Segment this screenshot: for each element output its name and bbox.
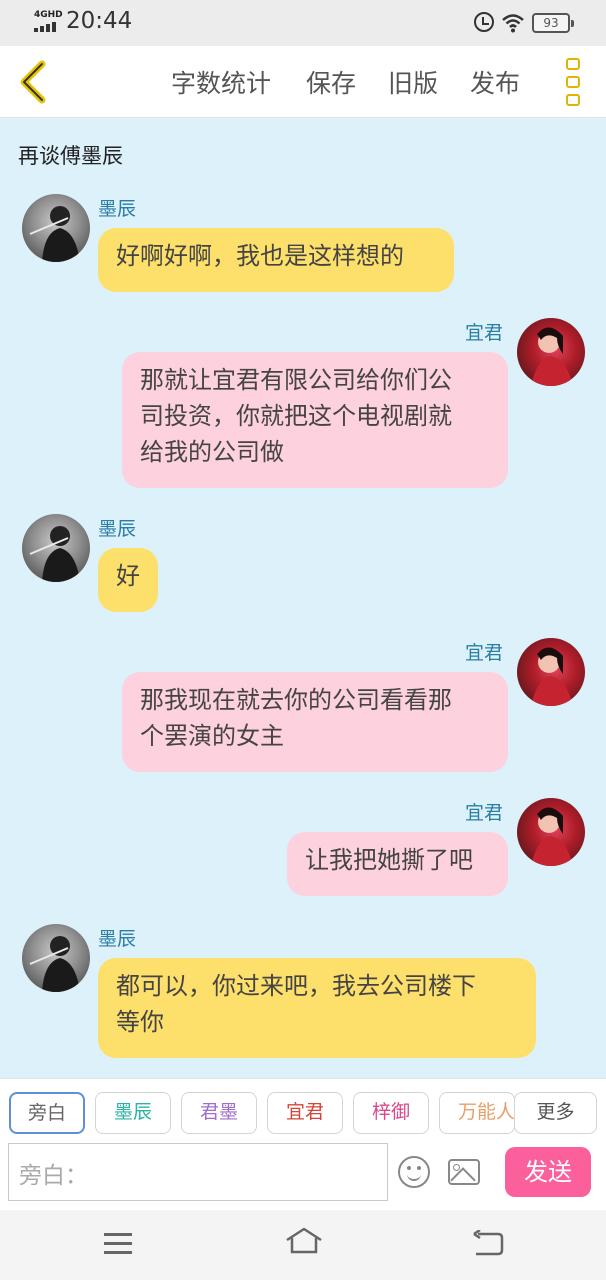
top-toolbar: 字数统计 保存 旧版 发布 [0,46,606,118]
message-bubble[interactable]: 那就让宜君有限公司给你们公 司投资，你就把这个电视剧就 给我的公司做 [122,352,508,488]
battery-indicator: 93 [532,13,574,33]
send-button[interactable]: 发送 [505,1147,591,1197]
signal-icon [34,22,60,32]
word-count-button[interactable]: 字数统计 [171,64,271,100]
more-menu-icon[interactable] [562,58,584,108]
role-chip-yijun[interactable]: 宜君 [267,1092,343,1134]
role-chip-universal[interactable]: 万能人 [439,1092,515,1134]
home-icon[interactable] [285,1226,323,1256]
emoji-icon[interactable] [398,1156,430,1188]
message-line: 给我的公司做 [140,438,284,466]
avatar-mochen[interactable] [22,924,90,992]
message-line: 等你 [116,1008,164,1036]
avatar-yijun[interactable] [517,318,585,386]
message-line: 个罢演的女主 [140,722,284,750]
message-bubble[interactable]: 好 [98,548,158,612]
message-line: 好 [116,562,140,590]
clock: 20:44 [66,8,133,34]
sender-name: 宜君 [465,642,504,664]
sender-name: 墨辰 [98,518,137,540]
more-roles-button[interactable]: 更多 [514,1092,597,1134]
sender-name: 墨辰 [98,928,137,950]
back-icon[interactable] [14,58,54,106]
wifi-icon [502,14,524,33]
menu-icon[interactable] [104,1233,132,1255]
system-nav-bar [0,1210,606,1280]
message-line: 让我把她撕了吧 [305,846,473,874]
avatar-yijun[interactable] [517,638,585,706]
avatar-yijun[interactable] [517,798,585,866]
network-type: 4GHD [34,10,63,20]
message-input[interactable]: 旁白： [8,1143,388,1201]
composer: 旁白 墨辰 君墨 宜君 梓御 万能人 更多 旁白： 发送 [0,1078,606,1210]
sender-name: 宜君 [465,322,504,344]
message-bubble[interactable]: 都可以，你过来吧，我去公司楼下 等你 [98,958,536,1058]
message-line: 那我现在就去你的公司看看那 [140,686,452,714]
message-line: 那就让宜君有限公司给你们公 [140,366,452,394]
message-bubble[interactable]: 那我现在就去你的公司看看那 个罢演的女主 [122,672,508,772]
image-icon[interactable] [448,1159,480,1185]
message-line: 好啊好啊，我也是这样想的 [116,242,404,270]
old-version-button[interactable]: 旧版 [388,64,438,100]
status-bar: 4GHD 20:44 93 [0,0,606,46]
avatar-mochen[interactable] [22,194,90,262]
message-line: 都可以，你过来吧，我去公司楼下 [116,972,476,1000]
sender-name: 墨辰 [98,198,137,220]
message-bubble[interactable]: 让我把她撕了吧 [287,832,508,896]
message-line: 司投资，你就把这个电视剧就 [140,402,452,430]
role-chip-narrator[interactable]: 旁白 [9,1092,85,1134]
role-chip-junmo[interactable]: 君墨 [181,1092,257,1134]
role-chip-mochen[interactable]: 墨辰 [95,1092,171,1134]
publish-button[interactable]: 发布 [470,64,520,100]
save-button[interactable]: 保存 [306,64,356,100]
sender-name: 宜君 [465,802,504,824]
chat-area[interactable]: 再谈傅墨辰 墨辰 好啊好啊，我也是这样想的 宜君 那就让宜君有限公司给你们公 司… [0,118,606,1078]
back-nav-icon[interactable] [472,1230,504,1256]
role-chip-ziyu[interactable]: 梓御 [353,1092,429,1134]
avatar-mochen[interactable] [22,514,90,582]
message-bubble[interactable]: 好啊好啊，我也是这样想的 [98,228,454,292]
chat-title: 再谈傅墨辰 [18,144,123,168]
alarm-icon [474,12,494,32]
